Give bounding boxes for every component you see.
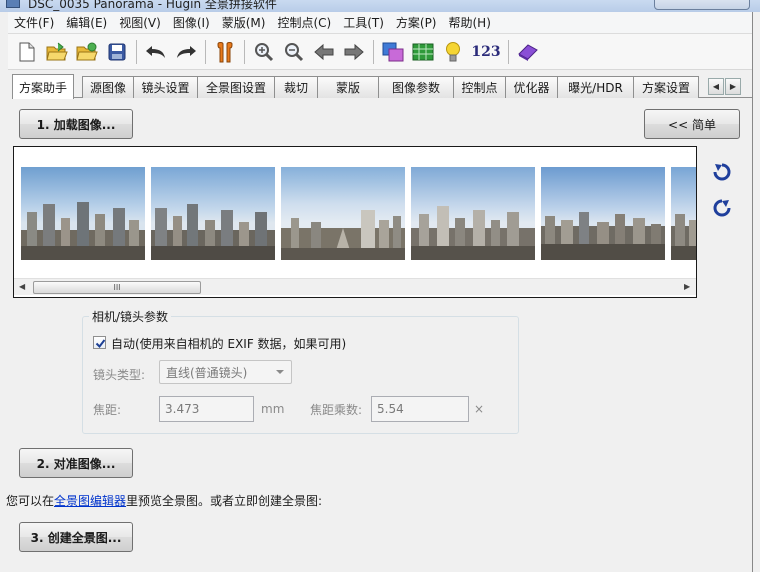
tab-camera-lens[interactable]: 镜头设置 [133, 76, 198, 98]
align-images-button[interactable]: 2. 对准图像... [19, 448, 133, 478]
tab-optimizer[interactable]: 优化器 [505, 76, 558, 98]
menu-image[interactable]: 图像(I) [167, 14, 216, 31]
image-thumbnail[interactable] [151, 167, 275, 260]
scrollbar-thumb[interactable]: III [33, 281, 201, 294]
tab-strip: 方案助手 源图像 镜头设置 全景图设置 裁切 蒙版 图像参数 控制点 优化器 曝… [12, 74, 752, 99]
lightbulb-icon[interactable] [440, 39, 466, 65]
toolbar-separator [205, 39, 206, 64]
back-arrow-icon[interactable] [311, 39, 337, 65]
control-points-icon[interactable]: 123 [470, 39, 502, 65]
menu-bar: 文件(F) 编辑(E) 视图(V) 图像(I) 蒙版(M) 控制点(C) 工具(… [8, 12, 752, 34]
chevron-down-icon [276, 370, 284, 374]
preview-icon[interactable] [380, 39, 406, 65]
save-icon[interactable] [104, 39, 130, 65]
crop-factor-input[interactable] [371, 396, 469, 422]
menu-mask[interactable]: 蒙版(M) [216, 14, 272, 31]
tab-image-parameters[interactable]: 图像参数 [378, 76, 454, 98]
focal-length-input[interactable] [159, 396, 254, 422]
toolbar-separator [244, 39, 245, 64]
menu-help[interactable]: 帮助(H) [443, 14, 497, 31]
window-title: DSC_0035 Panorama - Hugin 全景拼接软件 [28, 0, 277, 11]
window-controls[interactable] [654, 0, 750, 10]
tab-control-points[interactable]: 控制点 [453, 76, 506, 98]
lens-type-select[interactable]: 直线(普通镜头) [159, 360, 292, 384]
menu-edit[interactable]: 编辑(E) [60, 14, 113, 31]
title-bar: DSC_0035 Panorama - Hugin 全景拼接软件 [0, 0, 760, 12]
tab-panorama-settings[interactable]: 全景图设置 [197, 76, 275, 98]
rotate-counterclockwise-icon[interactable] [712, 162, 732, 182]
app-icon [6, 0, 20, 8]
auto-exif-checkbox[interactable] [93, 336, 106, 349]
tab-crop[interactable]: 裁切 [274, 76, 318, 98]
zoom-in-icon[interactable] [251, 39, 277, 65]
lens-type-value: 直线(普通镜头) [166, 366, 248, 380]
lens-type-label: 镜头类型: [93, 368, 146, 382]
create-panorama-button[interactable]: 3. 创建全景图... [19, 522, 133, 552]
menu-control-points[interactable]: 控制点(C) [271, 14, 337, 31]
assistant-tools-icon[interactable] [212, 39, 238, 65]
menu-view[interactable]: 视图(V) [113, 14, 167, 31]
toolbar-number-label: 123 [471, 43, 501, 60]
zoom-out-icon[interactable] [281, 39, 307, 65]
image-thumbnail[interactable] [671, 167, 696, 260]
tab-project-settings[interactable]: 方案设置 [633, 76, 699, 98]
group-title: 相机/镜头参数 [89, 308, 172, 325]
assistant-panel: 1. 加载图像... << 简单 ◀ III ▶ 相机/镜头参数 自动(使用来自… [6, 98, 752, 572]
tab-scroll-left-icon[interactable]: ◀ [708, 78, 724, 95]
tab-images[interactable]: 源图像 [82, 76, 134, 98]
forward-arrow-icon[interactable] [341, 39, 367, 65]
tab-scroll-right-icon[interactable]: ▶ [725, 78, 741, 95]
hint-suffix: 里预览全景图。或者立即创建全景图: [126, 494, 323, 508]
eraser-icon[interactable] [515, 39, 541, 65]
image-thumbnail[interactable] [21, 167, 145, 260]
open-folder-add-icon[interactable] [74, 39, 100, 65]
redo-icon[interactable] [173, 39, 199, 65]
load-images-button[interactable]: 1. 加载图像... [19, 109, 133, 139]
image-thumbnail[interactable] [541, 167, 665, 260]
scroll-left-arrow-icon[interactable]: ◀ [19, 282, 25, 291]
preview-hint: 您可以在全景图编辑器里预览全景图。或者立即创建全景图: [6, 492, 322, 509]
camera-lens-group: 相机/镜头参数 自动(使用来自相机的 EXIF 数据，如果可用) 镜头类型: 直… [82, 308, 519, 434]
tab-exposure-hdr[interactable]: 曝光/HDR [557, 76, 634, 98]
crop-factor-label: 焦距乘数: [310, 403, 363, 417]
undo-icon[interactable] [143, 39, 169, 65]
toolbar-separator [373, 39, 374, 64]
rotate-clockwise-icon[interactable] [712, 198, 732, 218]
panorama-editor-link[interactable]: 全景图编辑器 [54, 494, 126, 508]
image-thumbnail[interactable] [281, 167, 405, 260]
window-right-border [752, 12, 760, 572]
toolbar: 123 [8, 34, 752, 70]
focal-length-label: 焦距: [93, 403, 122, 417]
focal-length-unit: mm [261, 402, 285, 416]
image-strip-scrollbar[interactable]: ◀ III ▶ [14, 278, 696, 295]
scrollbar-grip: III [113, 283, 121, 292]
simple-mode-button[interactable]: << 简单 [644, 109, 740, 139]
scroll-right-arrow-icon[interactable]: ▶ [684, 282, 690, 291]
menu-project[interactable]: 方案(P) [390, 14, 443, 31]
menu-tools[interactable]: 工具(T) [337, 14, 390, 31]
image-thumbnail[interactable] [411, 167, 535, 260]
hint-prefix: 您可以在 [6, 494, 55, 508]
toolbar-separator [136, 39, 137, 64]
table-icon[interactable] [410, 39, 436, 65]
auto-exif-label[interactable]: 自动(使用来自相机的 EXIF 数据，如果可用) [111, 335, 346, 352]
image-strip: ◀ III ▶ [13, 146, 697, 298]
tab-mask[interactable]: 蒙版 [317, 76, 379, 98]
open-folder-icon[interactable] [44, 39, 70, 65]
tab-assistant[interactable]: 方案助手 [12, 74, 74, 99]
new-document-icon[interactable] [14, 39, 40, 65]
toolbar-separator [508, 39, 509, 64]
menu-file[interactable]: 文件(F) [8, 14, 60, 31]
crop-factor-unit: × [474, 402, 485, 416]
